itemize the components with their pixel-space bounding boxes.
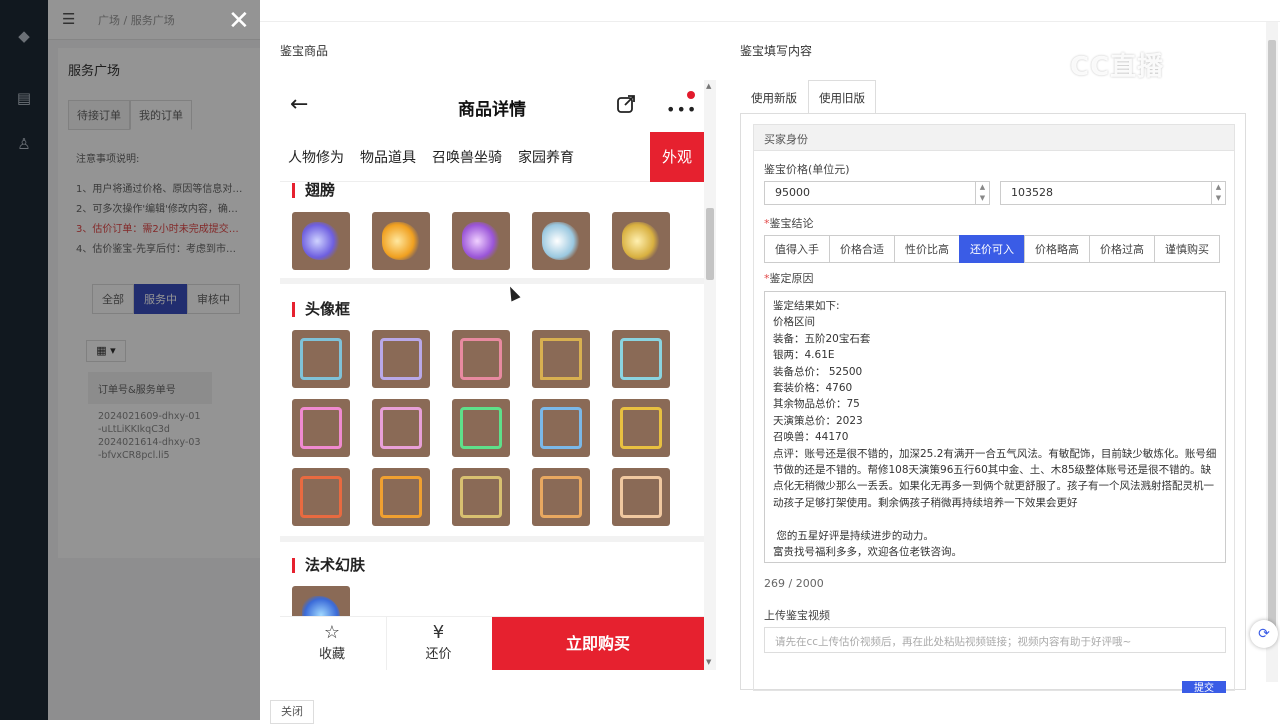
conclusion-worth-buying[interactable]: 值得入手 xyxy=(764,235,830,263)
frame-item[interactable] xyxy=(612,330,670,388)
tab-appearance[interactable]: 外观 xyxy=(649,131,704,182)
share-icon[interactable] xyxy=(616,94,636,114)
screen: ◆ ▤ ♙ ☰ 广场 / 服务广场 服务广场 待接订单 我的订单 注意事项说明:… xyxy=(0,0,1280,724)
box-header: 买家身份 xyxy=(754,125,1234,151)
frame-item[interactable] xyxy=(452,468,510,526)
wing-item[interactable] xyxy=(292,212,350,270)
price-max-value: 103528 xyxy=(1011,186,1053,199)
tab-summons[interactable]: 召唤兽坐骑 xyxy=(424,147,510,167)
product-detail-phone: ← 商品详情 ••• 人物修为 物品道具 召唤兽坐骑 家园养育 外观 翅膀 头像… xyxy=(280,80,716,670)
appraisal-drawer: 鉴宝商品 鉴宝填写内容 ← 商品详情 ••• 人物修为 物品道具 召唤兽坐骑 家… xyxy=(260,0,1280,724)
bargain-label: 还价 xyxy=(425,647,452,662)
form-version-tabs: 使用新版 使用旧版 xyxy=(740,80,876,114)
stepper-icon[interactable]: ▲ ▼ xyxy=(1211,182,1225,204)
frame-item[interactable] xyxy=(452,330,510,388)
frame-item[interactable] xyxy=(532,399,590,457)
phone-scrollbar[interactable]: ▲ ▼ xyxy=(704,80,716,670)
frame-item[interactable] xyxy=(372,468,430,526)
reason-label: *鉴定原因 xyxy=(764,272,814,285)
yen-icon: ¥ xyxy=(432,622,445,643)
frame-item[interactable] xyxy=(612,399,670,457)
section-title-form: 鉴宝填写内容 xyxy=(740,44,813,58)
product-detail-title: 商品详情 xyxy=(458,100,526,120)
floating-assistant-icon[interactable]: ⟳ xyxy=(1250,620,1278,648)
scroll-down-icon[interactable]: ▼ xyxy=(706,658,711,666)
tab-home[interactable]: 家园养育 xyxy=(510,147,582,167)
buy-now-button[interactable]: 立即购买 xyxy=(492,617,704,670)
frame-item[interactable] xyxy=(292,330,350,388)
char-counter: 269 / 2000 xyxy=(764,577,824,590)
star-icon: ☆ xyxy=(323,622,341,643)
video-link-input[interactable]: 请先在cc上传估价视频后，再在此处粘贴视频链接；视频内容有助于好评哦~ xyxy=(764,627,1226,653)
tab-new-version[interactable]: 使用新版 xyxy=(740,80,808,114)
modal-overlay[interactable] xyxy=(0,0,260,720)
price-min-value: 95000 xyxy=(775,186,810,199)
phone-header: ← 商品详情 ••• xyxy=(280,80,704,132)
conclusion-fair-price[interactable]: 价格合适 xyxy=(829,235,895,263)
price-min-input[interactable]: 95000 ▲ ▼ xyxy=(764,181,990,205)
appraisal-form: 使用新版 使用旧版 买家身份 鉴宝价格(单位元) 95000 ▲ ▼ 103528… xyxy=(730,80,1250,693)
conclusion-cautious[interactable]: 谨慎购买 xyxy=(1154,235,1220,263)
conclusion-good-value[interactable]: 性价比高 xyxy=(894,235,960,263)
phone-footer: ☆ 收藏 ¥ 还价 立即购买 xyxy=(280,616,704,670)
section-title-product: 鉴宝商品 xyxy=(280,44,329,58)
conclusion-too-high[interactable]: 价格过高 xyxy=(1089,235,1155,263)
conclusion-slightly-high[interactable]: 价格略高 xyxy=(1024,235,1090,263)
video-label: 上传鉴宝视频 xyxy=(764,609,830,622)
conclusion-options: 值得入手 价格合适 性价比高 还价可入 价格略高 价格过高 谨慎购买 xyxy=(764,235,1220,263)
category-spell-skins: 法术幻肤 xyxy=(292,558,365,573)
submit-button[interactable]: 提交 xyxy=(1182,681,1226,693)
scroll-thumb[interactable] xyxy=(706,208,714,280)
frame-item[interactable] xyxy=(532,468,590,526)
frame-item[interactable] xyxy=(452,399,510,457)
favorite-label: 收藏 xyxy=(318,647,345,662)
scroll-up-icon[interactable]: ▲ xyxy=(706,82,711,90)
category-avatar-frames: 头像框 xyxy=(292,302,350,317)
frame-item[interactable] xyxy=(292,399,350,457)
category-tabs: 人物修为 物品道具 召唤兽坐骑 家园养育 外观 xyxy=(280,131,704,182)
price-max-input[interactable]: 103528 ▲ ▼ xyxy=(1000,181,1226,205)
bargain-button[interactable]: ¥ 还价 xyxy=(386,617,490,670)
frame-item[interactable] xyxy=(372,399,430,457)
reason-textarea[interactable]: 鉴定结果如下: 价格区间 装备：五阶20宝石套 银两：4.61E 装备总价： 5… xyxy=(764,291,1226,563)
tab-character[interactable]: 人物修为 xyxy=(280,147,352,167)
frame-item[interactable] xyxy=(372,330,430,388)
buyer-identity-box: 买家身份 鉴宝价格(单位元) 95000 ▲ ▼ 103528 ▲ ▼ *鉴宝结论 … xyxy=(753,124,1235,693)
conclusion-bargain-ok[interactable]: 还价可入 xyxy=(959,235,1025,263)
frame-item[interactable] xyxy=(292,468,350,526)
conclusion-label: *鉴宝结论 xyxy=(764,217,814,230)
wing-item[interactable] xyxy=(532,212,590,270)
form-panel: 买家身份 鉴宝价格(单位元) 95000 ▲ ▼ 103528 ▲ ▼ *鉴宝结论 … xyxy=(740,113,1246,693)
tab-items[interactable]: 物品道具 xyxy=(352,147,424,167)
drawer-top-bar xyxy=(260,0,1280,22)
close-button[interactable]: 关闭 xyxy=(270,700,314,724)
close-icon[interactable]: ✕ xyxy=(228,6,250,36)
category-wings: 翅膀 xyxy=(292,183,335,198)
frame-item[interactable] xyxy=(532,330,590,388)
wing-item[interactable] xyxy=(372,212,430,270)
frame-item[interactable] xyxy=(612,468,670,526)
wing-item[interactable] xyxy=(612,212,670,270)
divider xyxy=(280,278,704,284)
divider xyxy=(280,536,704,542)
drawer-scrollbar[interactable] xyxy=(1266,22,1278,682)
stepper-icon[interactable]: ▲ ▼ xyxy=(975,182,989,204)
tab-old-version[interactable]: 使用旧版 xyxy=(808,80,876,114)
price-label: 鉴宝价格(单位元) xyxy=(764,163,850,176)
favorite-button[interactable]: ☆ 收藏 xyxy=(280,617,384,670)
more-icon[interactable]: ••• xyxy=(666,100,697,119)
wing-item[interactable] xyxy=(452,212,510,270)
scroll-thumb[interactable] xyxy=(1268,40,1276,630)
notification-dot xyxy=(687,91,695,99)
watermark: CC直播 xyxy=(1070,52,1165,82)
